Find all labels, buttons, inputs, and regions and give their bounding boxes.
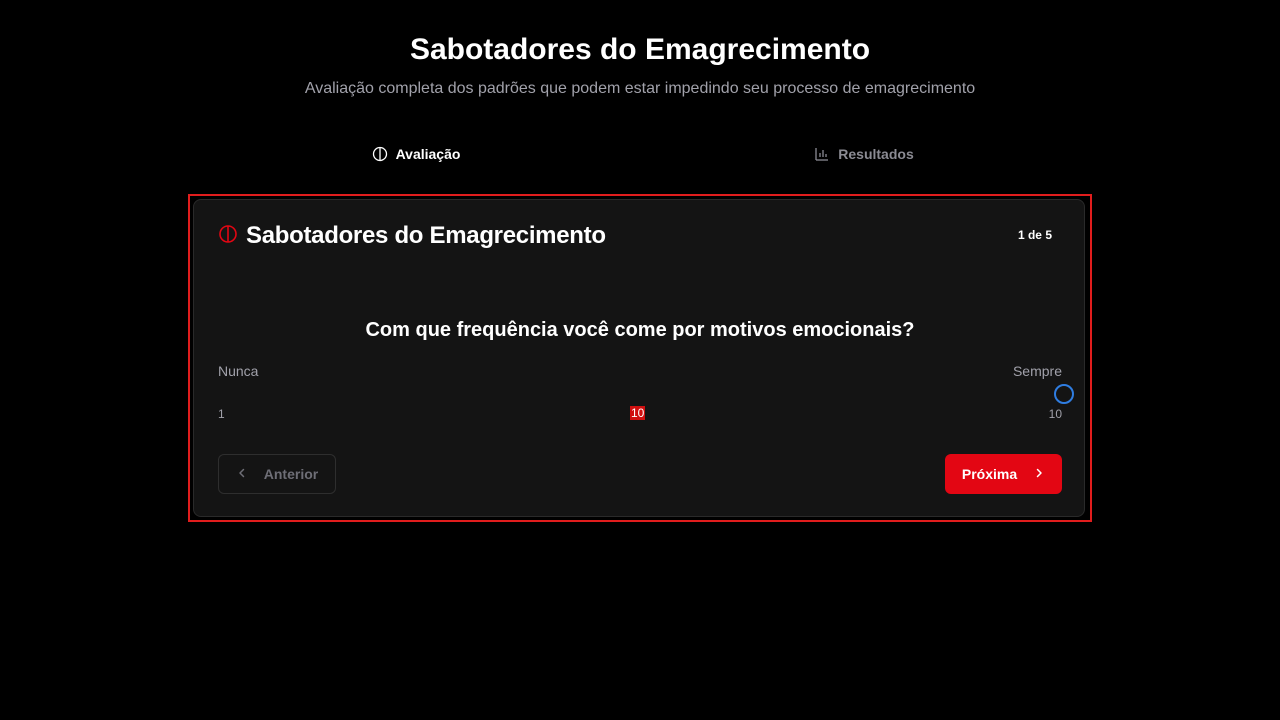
scale-max-value: 10 [1048, 407, 1062, 421]
scale-min-label: Nunca [218, 363, 259, 379]
card-title-text: Sabotadores do Emagrecimento [246, 222, 606, 249]
tab-bar: Avaliação Resultados [192, 136, 1088, 172]
previous-button[interactable]: Anterior [218, 454, 336, 494]
page-title: Sabotadores do Emagrecimento [409, 33, 871, 66]
previous-button-label: Anterior [263, 466, 319, 482]
next-button[interactable]: Próxima [945, 454, 1062, 494]
tab-label: Avaliação [395, 146, 461, 162]
card-title: Sabotadores do Emagrecimento [218, 222, 606, 250]
tab-resultados[interactable]: Resultados [640, 136, 1088, 172]
slider-thumb[interactable] [1054, 384, 1074, 404]
brain-icon [372, 146, 388, 162]
scale-max-label: Sempre [1012, 363, 1062, 379]
tab-avaliacao[interactable]: Avaliação [192, 136, 640, 172]
step-counter: 1 de 5 [1017, 228, 1052, 242]
page-subtitle: Avaliação completa dos padrões que podem… [304, 80, 976, 97]
bar-chart-icon [814, 146, 830, 162]
scale-min-value: 1 [218, 407, 225, 421]
chevron-left-icon [236, 466, 248, 482]
question-card: Sabotadores do Emagrecimento 1 de 5 Com … [193, 199, 1085, 517]
next-button-label: Próxima [961, 466, 1018, 482]
question-text: Com que frequência você come por motivos… [365, 319, 915, 341]
brain-icon [218, 224, 238, 249]
chevron-right-icon [1033, 466, 1045, 482]
tab-label: Resultados [838, 146, 914, 162]
scale-current-value: 10 [630, 406, 646, 420]
frequency-slider[interactable] [218, 392, 1064, 396]
